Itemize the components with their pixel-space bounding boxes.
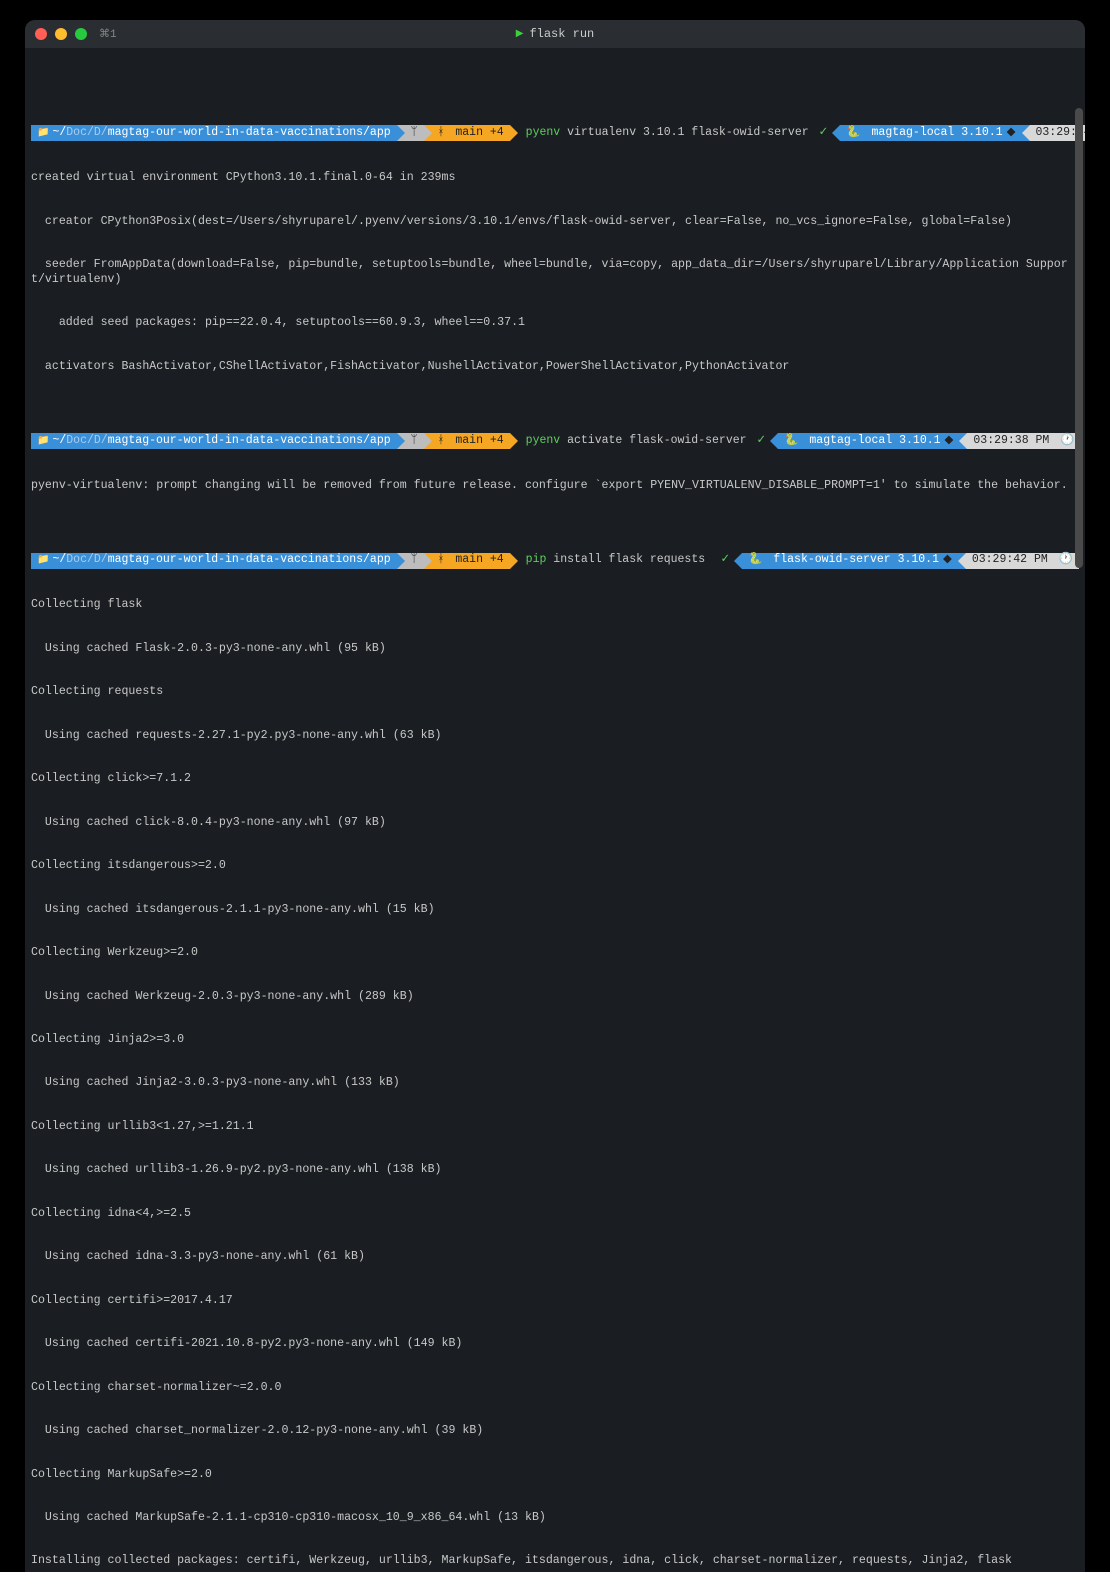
prompt-row: ~/Doc/D/magtag-our-world-in-data-vaccina…	[31, 553, 1079, 569]
output-line: Using cached Jinja2-3.0.3-py3-none-any.w…	[31, 1076, 1079, 1090]
clock-segment: 03:29:42 PM 🕐	[966, 553, 1079, 569]
output-line: pyenv-virtualenv: prompt changing will b…	[31, 479, 1079, 493]
output-line: Collecting click>=7.1.2	[31, 772, 1079, 786]
path-segment: ~/Doc/D/magtag-our-world-in-data-vaccina…	[31, 553, 397, 569]
output-line: Collecting charset-normalizer~=2.0.0	[31, 1381, 1079, 1395]
output-line: Installing collected packages: certifi, …	[31, 1554, 1079, 1568]
status-check-icon: ✓	[815, 125, 833, 141]
output-line: Using cached certifi-2021.10.8-py2.py3-n…	[31, 1337, 1079, 1351]
terminal-body[interactable]: ~/Doc/D/magtag-our-world-in-data-vaccina…	[25, 48, 1085, 1572]
zoom-button[interactable]	[75, 28, 87, 40]
output-line: Collecting Werkzeug>=2.0	[31, 946, 1079, 960]
output-line: Using cached MarkupSafe-2.1.1-cp310-cp31…	[31, 1511, 1079, 1525]
command-text: pip install flask requests	[518, 553, 711, 569]
output-line: Using cached Werkzeug-2.0.3-py3-none-any…	[31, 990, 1079, 1004]
output-line: Using cached requests-2.27.1-py2.py3-non…	[31, 729, 1079, 743]
output-line: Collecting MarkupSafe>=2.0	[31, 1468, 1079, 1482]
output-line: Collecting itsdangerous>=2.0	[31, 859, 1079, 873]
output-line: Collecting certifi>=2017.4.17	[31, 1294, 1079, 1308]
output-line: Collecting urllib3<1.27,>=1.21.1	[31, 1120, 1079, 1134]
title-text: flask run	[529, 27, 594, 41]
titlebar: ⌘1 ▶ flask run	[25, 20, 1085, 48]
path-segment: ~/Doc/D/magtag-our-world-in-data-vaccina…	[31, 125, 397, 141]
output-line: Collecting Jinja2>=3.0	[31, 1033, 1079, 1047]
output-line: Using cached charset_normalizer-2.0.12-p…	[31, 1424, 1079, 1438]
command-text: pyenv activate flask-owid-server	[518, 433, 753, 449]
env-segment: 🐍 flask-owid-server 3.10.1 ◆	[742, 553, 958, 569]
process-icon: ▶	[516, 28, 524, 40]
window-title: ▶ flask run	[516, 27, 595, 41]
output-line: activators BashActivator,CShellActivator…	[31, 360, 1079, 374]
output-line: Using cached urllib3-1.26.9-py2.py3-none…	[31, 1163, 1079, 1177]
git-segment: ᛘ	[405, 553, 424, 569]
scrollbar[interactable]	[1075, 108, 1083, 568]
git-segment: ᛘ	[405, 433, 424, 449]
output-line: Using cached Flask-2.0.3-py3-none-any.wh…	[31, 642, 1079, 656]
minimize-button[interactable]	[55, 28, 67, 40]
branch-segment: ᚼ main +4	[432, 125, 510, 141]
env-segment: 🐍 magtag-local 3.10.1 ◆	[840, 125, 1021, 141]
close-button[interactable]	[35, 28, 47, 40]
command-text: pyenv virtualenv 3.10.1 flask-owid-serve…	[518, 125, 815, 141]
output-line: Collecting requests	[31, 685, 1079, 699]
env-segment: 🐍 magtag-local 3.10.1 ◆	[778, 433, 959, 449]
output-line: added seed packages: pip==22.0.4, setupt…	[31, 316, 1079, 330]
clock-segment: 03:29:38 PM 🕐	[967, 433, 1080, 449]
prompt-row: ~/Doc/D/magtag-our-world-in-data-vaccina…	[31, 125, 1079, 141]
status-check-icon: ✓	[716, 553, 734, 569]
output-line: Using cached idna-3.3-py3-none-any.whl (…	[31, 1250, 1079, 1264]
output-line: Using cached click-8.0.4-py3-none-any.wh…	[31, 816, 1079, 830]
output-line: Using cached itsdangerous-2.1.1-py3-none…	[31, 903, 1079, 917]
output-line: created virtual environment CPython3.10.…	[31, 171, 1079, 185]
output-line: seeder FromAppData(download=False, pip=b…	[31, 258, 1079, 287]
status-check-icon: ✓	[753, 433, 771, 449]
output-line: Collecting idna<4,>=2.5	[31, 1207, 1079, 1221]
prompt-row: ~/Doc/D/magtag-our-world-in-data-vaccina…	[31, 433, 1079, 449]
terminal-window: ⌘1 ▶ flask run ~/Doc/D/magtag-our-world-…	[25, 20, 1085, 1572]
traffic-lights	[35, 28, 87, 40]
branch-segment: ᚼ main +4	[432, 433, 510, 449]
branch-segment: ᚼ main +4	[432, 553, 510, 569]
path-segment: ~/Doc/D/magtag-our-world-in-data-vaccina…	[31, 433, 397, 449]
output-line: Collecting flask	[31, 598, 1079, 612]
tab-indicator: ⌘1	[99, 27, 117, 41]
output-line: creator CPython3Posix(dest=/Users/shyrup…	[31, 215, 1079, 229]
git-segment: ᛘ	[405, 125, 424, 141]
